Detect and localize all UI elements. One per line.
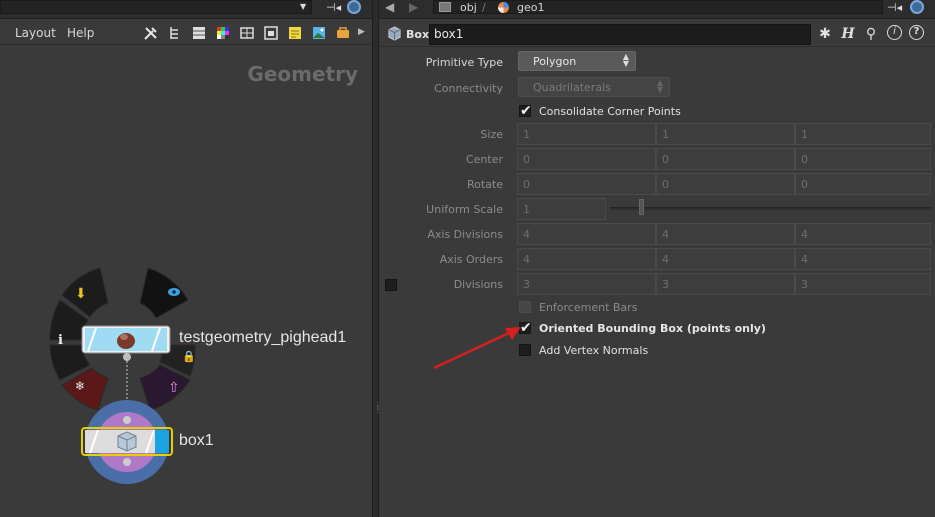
label-rotate: Rotate [466,178,503,191]
rotate-y-field[interactable]: 0 [656,173,795,195]
label-consolidate: Consolidate Corner Points [539,105,681,118]
label-axis-divisions: Axis Divisions [427,228,503,241]
label-size: Size [480,128,503,141]
connectivity-menu[interactable]: Quadrilaterals ▲ ▼ [518,77,670,97]
splitter-grip[interactable]: ⋮ ⋮ [374,402,382,424]
display-flag-icon[interactable]: ⬇ [75,286,87,302]
size-x-field[interactable]: 1 [517,123,656,145]
node-box1[interactable] [81,400,173,484]
connectivity-value: Quadrilaterals [533,81,611,94]
primitive-type-value: Polygon [533,55,577,68]
network-editor-pane: ▼ ⊣◂ Layout Help ▶ Geometry ⬇ i ❄ 🔒 ⇧ te… [0,0,372,517]
parameter-header: Box box1 ✱ H ⚲ i ? [379,21,935,47]
axis-order-x-field[interactable]: 4 [517,248,656,270]
label-center: Center [465,153,503,166]
parameter-path-bar: ◀ ▶ obj / geo1 ⊣◂ [379,0,935,19]
uniform-scale-slider[interactable] [610,207,931,210]
geo-node-icon [498,2,509,13]
size-z-field[interactable]: 1 [795,123,931,145]
obj-network-icon [439,2,451,12]
label-connectivity: Connectivity [434,82,503,95]
pane-splitter[interactable]: ⋮ ⋮ [372,0,382,517]
output-flag-icon[interactable]: ⇧ [168,380,180,396]
center-z-field[interactable]: 0 [795,148,931,170]
breadcrumb-separator: / [482,1,486,14]
node-name-field[interactable]: box1 [429,24,811,45]
uniform-scale-slider-handle[interactable] [639,199,644,215]
rotate-z-field[interactable]: 0 [795,173,931,195]
divisions-z-field[interactable]: 3 [795,273,931,295]
label-axis-orders: Axis Orders [439,253,503,266]
label-uniform-scale: Uniform Scale [426,203,503,216]
axis-div-z-field[interactable]: 4 [795,223,931,245]
label-primitive-type: Primitive Type [425,56,503,69]
box-node-icon [388,26,401,41]
primitive-type-menu[interactable]: Polygon ▲ ▼ [518,51,636,71]
info-icon[interactable]: i [887,25,902,40]
size-y-field[interactable]: 1 [656,123,795,145]
updown-arrows-icon: ▲ ▼ [656,78,663,94]
breadcrumb-obj[interactable]: obj [460,1,477,14]
axis-order-z-field[interactable]: 4 [795,248,931,270]
axis-order-y-field[interactable]: 4 [656,248,795,270]
output-connector[interactable] [123,353,131,361]
breadcrumb: obj / geo1 [433,0,883,14]
freeze-icon[interactable]: ❄ [75,379,85,393]
divisions-y-field[interactable]: 3 [656,273,795,295]
node-label-box1[interactable]: box1 [179,432,214,450]
forward-arrow-icon[interactable]: ▶ [409,0,418,14]
enforcement-bars-checkbox[interactable] [519,301,531,313]
updown-arrows-icon: ▲ ▼ [622,52,629,68]
breadcrumb-geo1[interactable]: geo1 [517,1,544,14]
divisions-x-field[interactable]: 3 [517,273,656,295]
search-icon[interactable]: ⚲ [862,25,880,43]
houdini-help-icon[interactable]: H [839,25,857,43]
info-icon[interactable]: i [58,333,63,348]
center-y-field[interactable]: 0 [656,148,795,170]
annotation-arrow [433,327,521,370]
checkmark-icon: ✔ [520,103,532,119]
uniform-scale-field[interactable]: 1 [517,198,606,220]
eye-icon[interactable] [168,288,180,296]
help-icon[interactable]: ? [909,25,924,40]
axis-div-x-field[interactable]: 4 [517,223,656,245]
link-icon[interactable] [910,0,924,14]
axis-div-y-field[interactable]: 4 [656,223,795,245]
node-testgeometry-pighead1[interactable] [81,325,171,354]
label-oriented-bbox: Oriented Bounding Box (points only) [539,322,766,335]
back-arrow-icon[interactable]: ◀ [385,0,394,14]
rotate-x-field[interactable]: 0 [517,173,656,195]
center-x-field[interactable]: 0 [517,148,656,170]
label-enforcement-bars: Enforcement Bars [539,301,638,314]
parameter-pane: ◀ ▶ obj / geo1 ⊣◂ Box box1 ✱ H ⚲ i ? Pri… [379,0,935,517]
gear-icon[interactable]: ✱ [816,25,834,43]
lock-icon[interactable]: 🔒 [182,350,196,363]
node-type-label: Box [406,28,430,41]
label-add-vertex-normals: Add Vertex Normals [539,344,649,357]
label-divisions: Divisions [453,278,503,291]
pin-icon[interactable]: ⊣◂ [887,1,902,14]
node-label-testgeometry[interactable]: testgeometry_pighead1 [179,329,346,347]
